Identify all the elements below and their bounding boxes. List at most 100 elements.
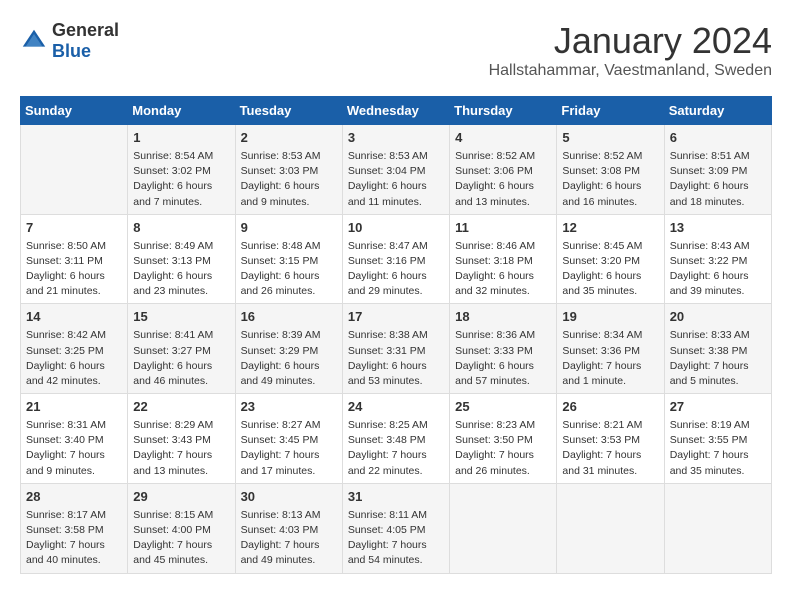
column-header-thursday: Thursday — [450, 97, 557, 125]
day-info: Sunrise: 8:31 AM Sunset: 3:40 PM Dayligh… — [26, 418, 122, 479]
day-info: Sunrise: 8:11 AM Sunset: 4:05 PM Dayligh… — [348, 508, 444, 569]
day-info: Sunrise: 8:38 AM Sunset: 3:31 PM Dayligh… — [348, 328, 444, 389]
day-info: Sunrise: 8:33 AM Sunset: 3:38 PM Dayligh… — [670, 328, 766, 389]
calendar-cell: 18Sunrise: 8:36 AM Sunset: 3:33 PM Dayli… — [450, 304, 557, 394]
day-number: 15 — [133, 308, 229, 327]
column-header-saturday: Saturday — [664, 97, 771, 125]
calendar-cell: 11Sunrise: 8:46 AM Sunset: 3:18 PM Dayli… — [450, 214, 557, 304]
day-info: Sunrise: 8:54 AM Sunset: 3:02 PM Dayligh… — [133, 149, 229, 210]
page-header: General Blue January 2024 Hallstahammar,… — [20, 20, 772, 80]
day-info: Sunrise: 8:29 AM Sunset: 3:43 PM Dayligh… — [133, 418, 229, 479]
calendar-cell — [21, 125, 128, 215]
day-info: Sunrise: 8:23 AM Sunset: 3:50 PM Dayligh… — [455, 418, 551, 479]
day-number: 2 — [241, 129, 337, 148]
calendar-week-2: 7Sunrise: 8:50 AM Sunset: 3:11 PM Daylig… — [21, 214, 772, 304]
day-number: 29 — [133, 488, 229, 507]
day-number: 20 — [670, 308, 766, 327]
month-title: January 2024 — [489, 20, 772, 62]
calendar-cell: 10Sunrise: 8:47 AM Sunset: 3:16 PM Dayli… — [342, 214, 449, 304]
day-info: Sunrise: 8:52 AM Sunset: 3:08 PM Dayligh… — [562, 149, 658, 210]
calendar-week-3: 14Sunrise: 8:42 AM Sunset: 3:25 PM Dayli… — [21, 304, 772, 394]
calendar-cell: 12Sunrise: 8:45 AM Sunset: 3:20 PM Dayli… — [557, 214, 664, 304]
day-number: 28 — [26, 488, 122, 507]
calendar-cell: 4Sunrise: 8:52 AM Sunset: 3:06 PM Daylig… — [450, 125, 557, 215]
calendar-cell: 17Sunrise: 8:38 AM Sunset: 3:31 PM Dayli… — [342, 304, 449, 394]
day-number: 24 — [348, 398, 444, 417]
calendar-cell: 9Sunrise: 8:48 AM Sunset: 3:15 PM Daylig… — [235, 214, 342, 304]
day-number: 31 — [348, 488, 444, 507]
title-area: January 2024 Hallstahammar, Vaestmanland… — [489, 20, 772, 80]
calendar-cell: 25Sunrise: 8:23 AM Sunset: 3:50 PM Dayli… — [450, 394, 557, 484]
day-info: Sunrise: 8:17 AM Sunset: 3:58 PM Dayligh… — [26, 508, 122, 569]
day-info: Sunrise: 8:39 AM Sunset: 3:29 PM Dayligh… — [241, 328, 337, 389]
day-number: 10 — [348, 219, 444, 238]
day-info: Sunrise: 8:46 AM Sunset: 3:18 PM Dayligh… — [455, 239, 551, 300]
day-info: Sunrise: 8:19 AM Sunset: 3:55 PM Dayligh… — [670, 418, 766, 479]
day-info: Sunrise: 8:53 AM Sunset: 3:04 PM Dayligh… — [348, 149, 444, 210]
calendar-cell: 29Sunrise: 8:15 AM Sunset: 4:00 PM Dayli… — [128, 483, 235, 573]
day-number: 16 — [241, 308, 337, 327]
calendar-cell: 6Sunrise: 8:51 AM Sunset: 3:09 PM Daylig… — [664, 125, 771, 215]
column-header-tuesday: Tuesday — [235, 97, 342, 125]
day-info: Sunrise: 8:15 AM Sunset: 4:00 PM Dayligh… — [133, 508, 229, 569]
calendar-cell: 5Sunrise: 8:52 AM Sunset: 3:08 PM Daylig… — [557, 125, 664, 215]
column-header-monday: Monday — [128, 97, 235, 125]
calendar-cell — [664, 483, 771, 573]
day-number: 18 — [455, 308, 551, 327]
calendar-cell: 23Sunrise: 8:27 AM Sunset: 3:45 PM Dayli… — [235, 394, 342, 484]
calendar-table: SundayMondayTuesdayWednesdayThursdayFrid… — [20, 96, 772, 574]
day-info: Sunrise: 8:50 AM Sunset: 3:11 PM Dayligh… — [26, 239, 122, 300]
logo: General Blue — [20, 20, 119, 62]
day-number: 17 — [348, 308, 444, 327]
day-number: 9 — [241, 219, 337, 238]
day-number: 12 — [562, 219, 658, 238]
calendar-cell: 7Sunrise: 8:50 AM Sunset: 3:11 PM Daylig… — [21, 214, 128, 304]
calendar-cell: 1Sunrise: 8:54 AM Sunset: 3:02 PM Daylig… — [128, 125, 235, 215]
day-number: 8 — [133, 219, 229, 238]
logo-icon — [20, 27, 48, 55]
day-info: Sunrise: 8:49 AM Sunset: 3:13 PM Dayligh… — [133, 239, 229, 300]
day-info: Sunrise: 8:27 AM Sunset: 3:45 PM Dayligh… — [241, 418, 337, 479]
day-number: 25 — [455, 398, 551, 417]
day-info: Sunrise: 8:45 AM Sunset: 3:20 PM Dayligh… — [562, 239, 658, 300]
calendar-header-row: SundayMondayTuesdayWednesdayThursdayFrid… — [21, 97, 772, 125]
calendar-cell: 22Sunrise: 8:29 AM Sunset: 3:43 PM Dayli… — [128, 394, 235, 484]
day-info: Sunrise: 8:48 AM Sunset: 3:15 PM Dayligh… — [241, 239, 337, 300]
day-number: 27 — [670, 398, 766, 417]
day-number: 3 — [348, 129, 444, 148]
day-number: 22 — [133, 398, 229, 417]
calendar-cell: 19Sunrise: 8:34 AM Sunset: 3:36 PM Dayli… — [557, 304, 664, 394]
day-number: 26 — [562, 398, 658, 417]
calendar-cell: 30Sunrise: 8:13 AM Sunset: 4:03 PM Dayli… — [235, 483, 342, 573]
calendar-cell: 8Sunrise: 8:49 AM Sunset: 3:13 PM Daylig… — [128, 214, 235, 304]
column-header-wednesday: Wednesday — [342, 97, 449, 125]
day-number: 19 — [562, 308, 658, 327]
column-header-sunday: Sunday — [21, 97, 128, 125]
day-number: 5 — [562, 129, 658, 148]
calendar-cell: 24Sunrise: 8:25 AM Sunset: 3:48 PM Dayli… — [342, 394, 449, 484]
calendar-cell: 3Sunrise: 8:53 AM Sunset: 3:04 PM Daylig… — [342, 125, 449, 215]
day-info: Sunrise: 8:47 AM Sunset: 3:16 PM Dayligh… — [348, 239, 444, 300]
calendar-cell — [450, 483, 557, 573]
day-number: 11 — [455, 219, 551, 238]
calendar-week-1: 1Sunrise: 8:54 AM Sunset: 3:02 PM Daylig… — [21, 125, 772, 215]
calendar-cell: 20Sunrise: 8:33 AM Sunset: 3:38 PM Dayli… — [664, 304, 771, 394]
calendar-week-5: 28Sunrise: 8:17 AM Sunset: 3:58 PM Dayli… — [21, 483, 772, 573]
day-info: Sunrise: 8:43 AM Sunset: 3:22 PM Dayligh… — [670, 239, 766, 300]
logo-general: General — [52, 20, 119, 40]
calendar-cell: 2Sunrise: 8:53 AM Sunset: 3:03 PM Daylig… — [235, 125, 342, 215]
calendar-cell — [557, 483, 664, 573]
day-number: 13 — [670, 219, 766, 238]
day-info: Sunrise: 8:53 AM Sunset: 3:03 PM Dayligh… — [241, 149, 337, 210]
calendar-cell: 15Sunrise: 8:41 AM Sunset: 3:27 PM Dayli… — [128, 304, 235, 394]
day-info: Sunrise: 8:34 AM Sunset: 3:36 PM Dayligh… — [562, 328, 658, 389]
calendar-body: 1Sunrise: 8:54 AM Sunset: 3:02 PM Daylig… — [21, 125, 772, 574]
day-number: 1 — [133, 129, 229, 148]
calendar-week-4: 21Sunrise: 8:31 AM Sunset: 3:40 PM Dayli… — [21, 394, 772, 484]
calendar-cell: 16Sunrise: 8:39 AM Sunset: 3:29 PM Dayli… — [235, 304, 342, 394]
day-number: 4 — [455, 129, 551, 148]
day-info: Sunrise: 8:42 AM Sunset: 3:25 PM Dayligh… — [26, 328, 122, 389]
day-number: 30 — [241, 488, 337, 507]
calendar-cell: 26Sunrise: 8:21 AM Sunset: 3:53 PM Dayli… — [557, 394, 664, 484]
day-number: 21 — [26, 398, 122, 417]
